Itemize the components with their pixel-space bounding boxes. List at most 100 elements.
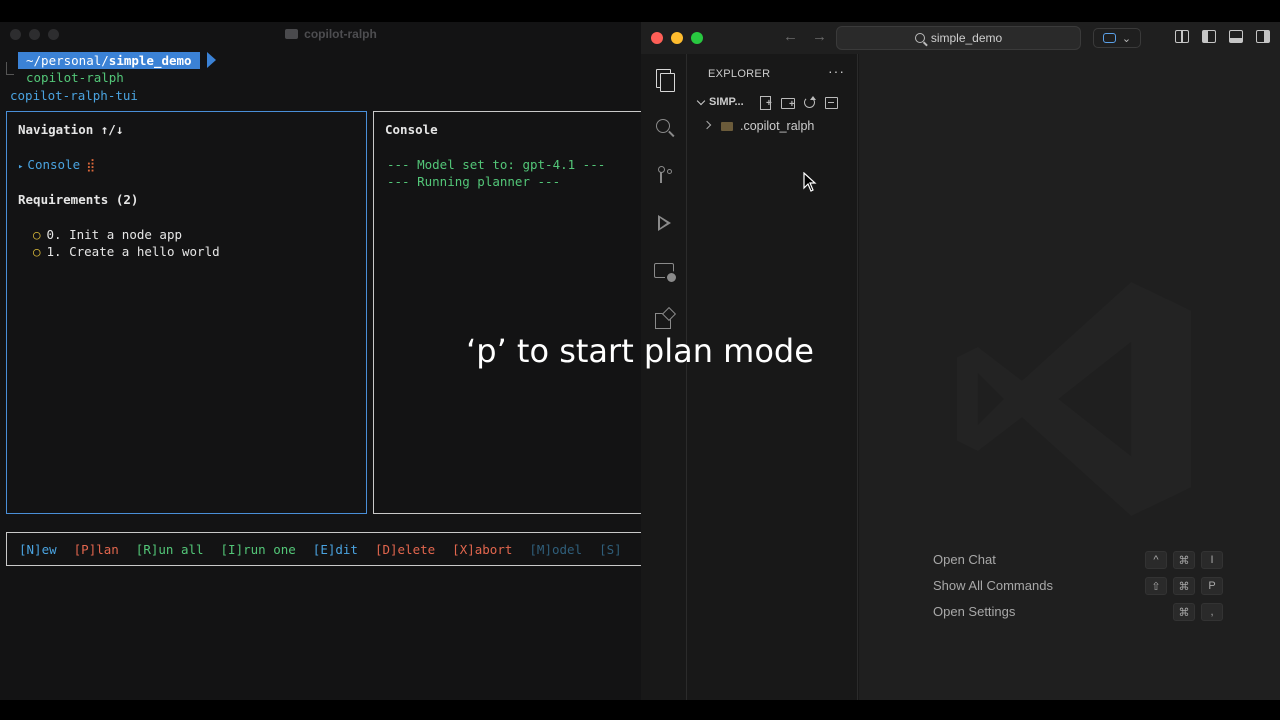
chat-icon	[1102, 33, 1116, 43]
shortcut-show-all-commands[interactable]: Show All Commands ⇧ ⌘ P	[933, 577, 1223, 604]
key-cap: I	[1201, 551, 1223, 569]
navigation-title: Navigation ↑/↓	[18, 122, 124, 137]
nav-item-console-label: Console	[27, 157, 81, 172]
key-s[interactable]: [S]	[599, 542, 622, 557]
run-debug-icon[interactable]	[653, 212, 675, 234]
refresh-icon[interactable]	[802, 95, 816, 109]
spinner-icon: ⣾	[86, 157, 96, 172]
explorer-files-icon[interactable]	[653, 68, 675, 92]
vscode-logo-watermark-icon	[957, 282, 1191, 516]
key-cap: ⌘	[1173, 603, 1195, 621]
key-edit[interactable]: [E]dit	[313, 542, 358, 557]
terminal-close-button[interactable]	[10, 29, 21, 40]
collapse-all-icon[interactable]	[824, 95, 838, 109]
new-folder-icon[interactable]	[780, 95, 795, 110]
terminal-titlebar: copilot-ralph	[0, 22, 642, 46]
requirement-label: 0. Init a node app	[46, 227, 182, 242]
console-title: Console	[385, 122, 438, 137]
command-center-search[interactable]: simple_demo	[836, 26, 1081, 50]
requirement-item[interactable]: ○ 0. Init a node app	[33, 227, 182, 242]
terminal-minimize-button[interactable]	[29, 29, 40, 40]
workspace-section-header[interactable]: SIMP...	[688, 92, 857, 114]
new-file-icon[interactable]	[758, 95, 772, 110]
circle-icon: ○	[33, 227, 41, 242]
tree-item-folder[interactable]: .copilot_ralph	[688, 114, 857, 136]
nav-item-console[interactable]: ▸ Console ⣾	[18, 157, 95, 172]
key-cap: ,	[1201, 603, 1223, 621]
startup-shortcuts: Open Chat ^ ⌘ I Show All Commands ⇧ ⌘ P …	[933, 551, 1223, 630]
toggle-secondary-sidebar-icon[interactable]	[1256, 30, 1270, 43]
triangle-right-icon: ▸	[18, 162, 24, 172]
vscode-titlebar: ← → simple_demo ⌄	[641, 22, 1280, 54]
folder-icon	[285, 29, 299, 39]
close-button[interactable]	[651, 32, 663, 44]
key-cap: P	[1201, 577, 1223, 595]
terminal-zoom-button[interactable]	[48, 29, 59, 40]
zoom-button[interactable]	[691, 32, 703, 44]
key-new[interactable]: [N]ew	[19, 542, 57, 557]
folder-icon	[721, 122, 733, 131]
shortcut-keys: ^ ⌘ I	[1145, 551, 1223, 569]
console-line: --- Running planner ---	[387, 174, 561, 189]
requirement-item[interactable]: ○ 1. Create a hello world	[33, 244, 220, 259]
search-icon	[914, 33, 925, 43]
activity-bar	[641, 54, 687, 700]
key-cap: ⌘	[1173, 577, 1195, 595]
terminal-window-controls	[10, 29, 59, 40]
key-model[interactable]: [M]odel	[529, 542, 582, 557]
shortcut-keys: ⇧ ⌘ P	[1145, 577, 1223, 595]
key-cap: ⇧	[1145, 577, 1167, 595]
shortcut-label: Open Settings	[933, 604, 1016, 619]
workspace-name: SIMP...	[709, 96, 744, 108]
key-cap: ^	[1145, 551, 1167, 569]
toggle-primary-sidebar-icon[interactable]	[1202, 30, 1216, 43]
key-delete[interactable]: [D]elete	[375, 542, 435, 557]
requirement-label: 1. Create a hello world	[46, 244, 220, 259]
navigation-panel: Navigation ↑/↓ ▸ Console ⣾ Requirements (2…	[6, 111, 367, 514]
key-run-all[interactable]: [R]un all	[136, 542, 204, 557]
key-cap: ⌘	[1173, 551, 1195, 569]
tree-item-label: .copilot_ralph	[740, 119, 815, 133]
key-plan[interactable]: [P]lan	[74, 542, 119, 557]
minimize-button[interactable]	[671, 32, 683, 44]
forward-arrow-icon[interactable]: →	[812, 28, 827, 45]
key-abort[interactable]: [X]abort	[452, 542, 512, 557]
history-navigation: ← →	[783, 28, 827, 45]
source-control-icon[interactable]	[653, 164, 675, 186]
customize-layout-icon[interactable]	[1175, 30, 1189, 43]
extensions-icon[interactable]	[653, 308, 675, 330]
copilot-chat-button[interactable]: ⌄	[1093, 28, 1141, 48]
shortcut-label: Show All Commands	[933, 578, 1053, 593]
chevron-right-icon	[702, 120, 712, 130]
prompt-path: ~/personal/simple_demo	[18, 52, 200, 69]
shortcut-open-settings[interactable]: Open Settings ⌘ ,	[933, 603, 1223, 630]
terminal-title: copilot-ralph	[285, 27, 377, 41]
prompt-path-prefix: ~/personal/	[26, 53, 109, 68]
keybinding-footer: [N]ew [P]lan [R]un all [I]run one [E]dit…	[6, 532, 642, 566]
editor-area: Open Chat ^ ⌘ I Show All Commands ⇧ ⌘ P …	[859, 54, 1280, 700]
console-panel: Console --- Model set to: gpt-4.1 --- --…	[373, 111, 642, 514]
prompt-bracket	[6, 62, 14, 75]
chevron-down-icon	[696, 96, 706, 106]
console-line: --- Model set to: gpt-4.1 ---	[387, 157, 606, 172]
command-line: copilot-ralph	[26, 70, 124, 85]
explorer-sidebar: EXPLORER ··· SIMP... .copilot_ralph	[688, 54, 858, 700]
toggle-panel-icon[interactable]	[1229, 30, 1243, 43]
explorer-title: EXPLORER	[708, 68, 771, 80]
back-arrow-icon[interactable]: ←	[783, 28, 798, 45]
requirements-title: Requirements (2)	[18, 192, 139, 207]
output-line: copilot-ralph-tui	[10, 88, 138, 103]
chevron-down-icon: ⌄	[1121, 32, 1132, 45]
terminal-title-text: copilot-ralph	[304, 27, 377, 41]
search-icon[interactable]	[653, 116, 675, 138]
git-node	[667, 169, 672, 174]
section-actions	[758, 95, 838, 110]
remote-explorer-icon[interactable]	[653, 260, 678, 284]
shortcut-label: Open Chat	[933, 552, 996, 567]
more-actions-icon[interactable]: ···	[828, 63, 845, 79]
key-run-one[interactable]: [I]run one	[221, 542, 296, 557]
shortcut-open-chat[interactable]: Open Chat ^ ⌘ I	[933, 551, 1223, 578]
command-center-text: simple_demo	[930, 31, 1003, 45]
layout-controls	[1175, 30, 1270, 43]
vscode-window-controls	[651, 32, 703, 44]
